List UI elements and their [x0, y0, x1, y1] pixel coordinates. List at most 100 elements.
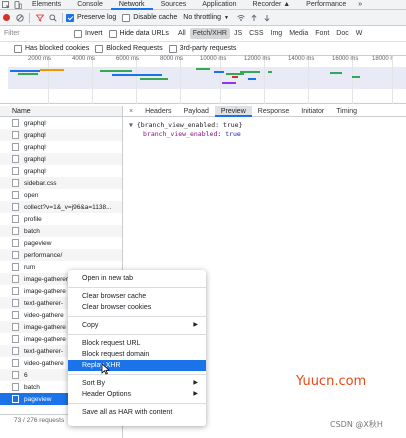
search-button[interactable] [46, 11, 59, 25]
filter-input[interactable]: Filter [4, 28, 68, 40]
menu-item-copy[interactable]: Copy ▶ [68, 320, 206, 331]
type-filter-css[interactable]: CSS [246, 28, 266, 39]
detail-tab-initiator[interactable]: Initiator [295, 106, 330, 117]
timeline-gridline [308, 56, 309, 104]
detail-tab-timing[interactable]: Timing [330, 106, 363, 117]
network-conditions-button[interactable] [235, 11, 248, 25]
column-header-name[interactable]: Name [0, 106, 122, 117]
timeline-gridline [48, 56, 49, 104]
record-button[interactable] [0, 11, 13, 25]
preserve-log-check[interactable] [66, 13, 74, 22]
timeline-request-bar [10, 70, 40, 72]
file-icon [12, 335, 19, 343]
file-icon [12, 203, 19, 211]
type-filter-js[interactable]: JS [231, 28, 245, 39]
close-detail-button[interactable]: × [123, 106, 139, 117]
file-icon [12, 215, 19, 223]
preserve-log-label: Preserve log [77, 14, 117, 21]
toolbar-divider [29, 12, 30, 23]
file-icon [12, 167, 19, 175]
disable-cache-check[interactable] [122, 13, 131, 22]
devtools-tab-elements[interactable]: Elements [24, 0, 69, 10]
menu-item-clear-browser-cookies[interactable]: Clear browser cookies [68, 302, 206, 313]
type-filter-doc[interactable]: Doc [333, 28, 351, 39]
file-icon [12, 347, 19, 355]
request-row[interactable]: open [0, 189, 122, 201]
invert-checkbox[interactable]: Invert [74, 29, 103, 38]
timeline-selection[interactable] [8, 67, 406, 89]
type-filter-fetch-xhr[interactable]: Fetch/XHR [189, 28, 230, 39]
request-row[interactable]: sidebar.css [0, 177, 122, 189]
export-har-button[interactable] [261, 11, 274, 25]
request-row[interactable]: graphql [0, 153, 122, 165]
timeline-request-bar [352, 76, 360, 78]
menu-item-save-all-as-har-with-content[interactable]: Save all as HAR with content [68, 407, 206, 418]
type-filter-w[interactable]: W [353, 28, 366, 39]
devtools-tab-performance[interactable]: Performance [298, 0, 354, 10]
detail-tab-preview[interactable]: Preview [214, 105, 252, 117]
request-row[interactable]: performance/ [0, 249, 122, 261]
inspect-element-icon[interactable] [0, 0, 12, 10]
blocked-requests-checkbox[interactable]: Blocked Requests [95, 44, 163, 53]
request-name: graphql [24, 119, 46, 127]
type-filter-img[interactable]: Img [268, 28, 286, 39]
more-tabs-button[interactable]: » [354, 0, 366, 10]
timeline-tick-label: 4000 ms [72, 56, 96, 62]
device-toolbar-icon[interactable] [12, 0, 24, 10]
request-name: pageview [24, 395, 52, 403]
type-filter-font[interactable]: Font [312, 28, 332, 39]
request-name: image-gathere [24, 287, 66, 295]
request-name: pageview [24, 239, 52, 247]
menu-item-clear-browser-cache[interactable]: Clear browser cache [68, 291, 206, 302]
request-row[interactable]: profile [0, 213, 122, 225]
filter-toggle-button[interactable] [33, 11, 46, 25]
disable-cache-label: Disable cache [133, 14, 178, 21]
request-name: graphql [24, 167, 46, 175]
expand-triangle-icon[interactable]: ▼ [129, 121, 133, 129]
devtools-tab-recorder[interactable]: Recorder ▲ [245, 0, 299, 10]
menu-separator [68, 374, 206, 375]
devtools-tab-application[interactable]: Application [194, 0, 244, 10]
hide-data-urls-checkbox[interactable]: Hide data URLs [108, 29, 169, 38]
detail-tab-response[interactable]: Response [252, 106, 296, 117]
throttling-select[interactable]: No throttling ▼ [183, 14, 229, 21]
detail-tab-payload[interactable]: Payload [178, 106, 215, 117]
request-row[interactable]: graphql [0, 165, 122, 177]
menu-item-header-options[interactable]: Header Options ▶ [68, 389, 206, 400]
request-row[interactable]: graphql [0, 117, 122, 129]
devtools-tab-console[interactable]: Console [69, 0, 111, 10]
blocked-requests-check[interactable] [95, 44, 104, 53]
chevron-down-icon: ▼ [224, 14, 229, 21]
request-row[interactable]: pageview [0, 237, 122, 249]
timeline-overview[interactable]: 2000 ms 4000 ms 6000 ms 8000 ms 10000 ms 1200… [0, 56, 406, 104]
menu-item-label: Sort By [82, 380, 105, 387]
preview-root-line[interactable]: ▼ {branch_view_enabled: true} [129, 121, 400, 130]
hide-data-urls-check[interactable] [108, 29, 117, 38]
disable-cache-checkbox[interactable]: Disable cache [122, 13, 178, 22]
third-party-check[interactable] [168, 44, 177, 53]
has-blocked-cookies-checkbox[interactable]: Has blocked cookies [14, 44, 89, 53]
request-name: collect?v=1&_v=j96&a=1138... [24, 203, 112, 211]
type-filter-all[interactable]: All [175, 28, 189, 39]
menu-item-block-request-url[interactable]: Block request URL [68, 338, 206, 349]
type-filter-media[interactable]: Media [286, 28, 311, 39]
request-row[interactable]: collect?v=1&_v=j96&a=1138... [0, 201, 122, 213]
request-row[interactable]: graphql [0, 129, 122, 141]
devtools-tab-network[interactable]: Network [110, 0, 153, 10]
request-row[interactable]: batch [0, 225, 122, 237]
detail-tab-headers[interactable]: Headers [139, 106, 177, 117]
has-blocked-cookies-check[interactable] [14, 44, 22, 53]
menu-item-block-request-domain[interactable]: Block request domain [68, 349, 206, 360]
menu-item-replay-xhr[interactable]: Replay XHR [68, 360, 206, 371]
devtools-tab-sources[interactable]: Sources [153, 0, 195, 10]
menu-item-sort-by[interactable]: Sort By ▶ [68, 378, 206, 389]
menu-item-open-in-new-tab[interactable]: Open in new tab [68, 273, 206, 284]
clear-button[interactable] [13, 11, 26, 25]
third-party-checkbox[interactable]: 3rd-party requests [168, 44, 236, 53]
preserve-log-checkbox[interactable]: Preserve log [66, 13, 117, 22]
invert-check[interactable] [74, 29, 82, 38]
request-row[interactable]: graphql [0, 141, 122, 153]
request-name: graphql [24, 143, 46, 151]
watermark-text: Yuucn.com [296, 374, 367, 389]
import-har-button[interactable] [248, 11, 261, 25]
